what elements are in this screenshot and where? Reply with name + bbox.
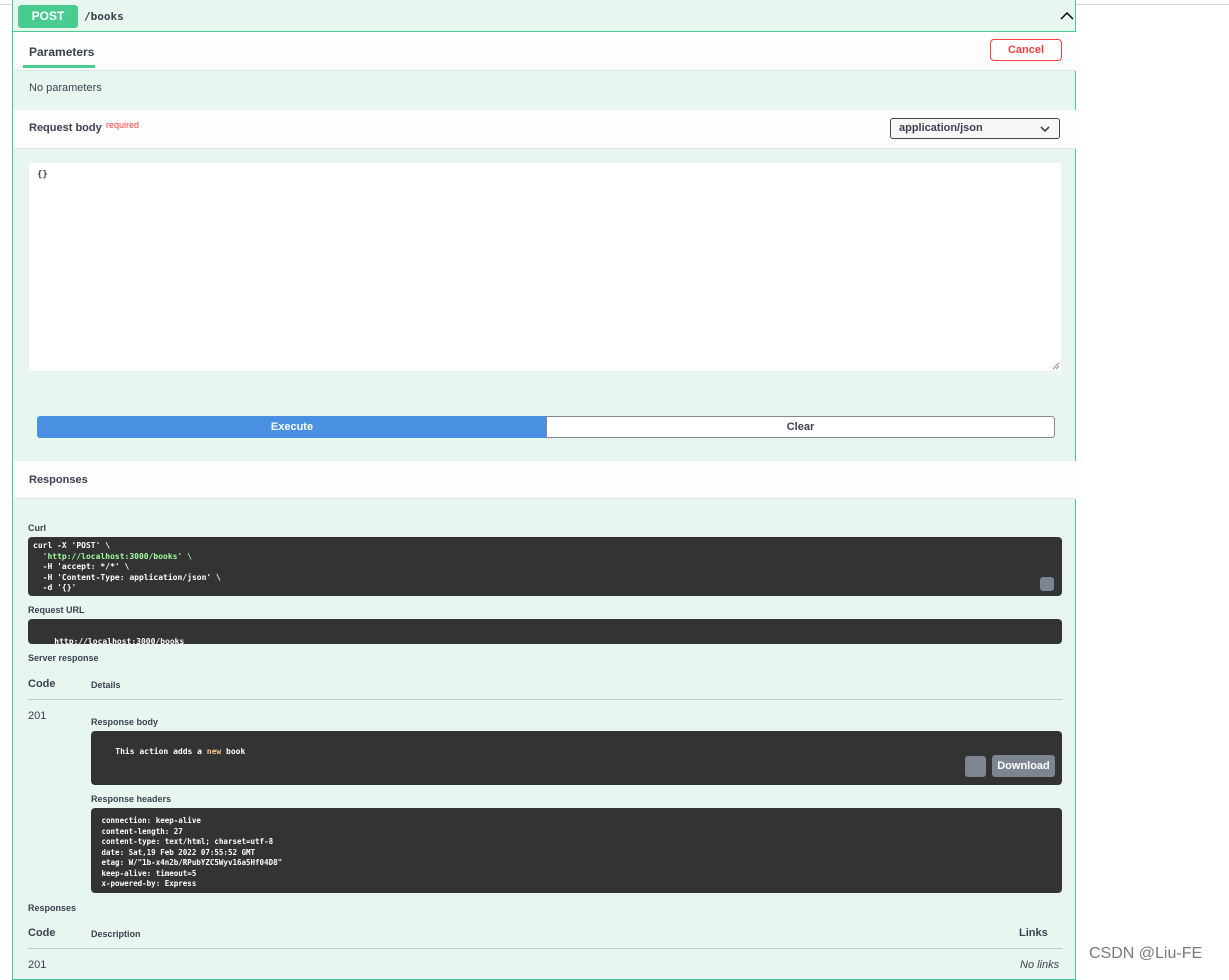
- response-body-suffix: book: [221, 746, 246, 756]
- header-line: x-powered-by: Express: [97, 879, 201, 888]
- response-body-label: Response body: [91, 717, 159, 727]
- curl-line: -H 'Content-Type: application/json' \: [33, 572, 221, 582]
- header-line: content-length: 27: [97, 826, 188, 836]
- no-links-text: No links: [1020, 959, 1060, 971]
- responses-title: Responses: [29, 474, 88, 486]
- table-divider: [28, 948, 1062, 949]
- request-url-value: http://localhost:3000/books: [54, 636, 185, 646]
- curl-line: -d '{}': [33, 583, 77, 592]
- request-url-label: Request URL: [28, 605, 85, 615]
- content-type-select[interactable]: application/json: [890, 118, 1060, 139]
- operation-summary[interactable]: POST /books: [13, 4, 1076, 32]
- execute-button[interactable]: Execute: [37, 416, 547, 438]
- request-body-title: Request body: [29, 122, 102, 134]
- header-line: keep-alive: timeout=5: [97, 868, 201, 878]
- curl-line: 'http://localhost:3000/books' \: [33, 551, 192, 561]
- request-body-header: Request body required application/json: [14, 110, 1076, 149]
- method-badge: POST: [18, 5, 78, 28]
- clear-button[interactable]: Clear: [546, 416, 1055, 438]
- header-line: etag: W/"1b-x4n2b/RPubYZC5Wyv16a5Hf04D8": [97, 858, 287, 867]
- col-code-header: Code: [28, 678, 56, 690]
- endpoint-path: /books: [84, 10, 124, 23]
- required-badge: required: [106, 120, 140, 130]
- parameters-header: Parameters Cancel: [14, 32, 1076, 71]
- curl-label: Curl: [28, 523, 46, 533]
- response-headers-block: connection: keep-alive content-length: 2…: [91, 808, 1062, 893]
- request-body-value: {}: [37, 170, 48, 180]
- response-body-block: This action adds a new book Download: [91, 731, 1062, 785]
- curl-line: -H 'accept: */*' \: [33, 562, 130, 571]
- curl-line: curl -X 'POST' \: [33, 541, 111, 550]
- tab-parameters[interactable]: Parameters: [29, 45, 94, 59]
- request-url-block: http://localhost:3000/books: [28, 619, 1062, 646]
- header-line: connection: keep-alive: [97, 816, 206, 825]
- response-body-keyword: new: [206, 746, 222, 756]
- response-body-prefix: This action adds a: [115, 746, 207, 756]
- response-headers-label: Response headers: [91, 794, 172, 804]
- content-type-value: application/json: [899, 122, 983, 134]
- server-response-label: Server response: [28, 653, 99, 663]
- col-code-header: Code: [28, 927, 56, 939]
- col-links-header: Links: [1019, 927, 1048, 939]
- col-description-header: Description: [91, 929, 141, 939]
- responses-code: 201: [28, 959, 47, 971]
- chevron-up-icon[interactable]: [1057, 6, 1077, 26]
- copy-icon[interactable]: [1040, 577, 1054, 591]
- cancel-button[interactable]: Cancel: [990, 39, 1062, 61]
- no-parameters-text: No parameters: [29, 82, 102, 94]
- request-body-editor[interactable]: {}: [28, 162, 1062, 372]
- chevron-down-icon: [1040, 126, 1050, 133]
- operation-block: POST /books Parameters Cancel No paramet…: [12, 0, 1076, 980]
- tab-active-indicator: [23, 65, 95, 68]
- header-line: content-type: text/html; charset=utf-8: [97, 837, 278, 846]
- table-divider: [28, 699, 1062, 700]
- curl-code-block: curl -X 'POST' \ 'http://localhost:3000/…: [28, 537, 1062, 596]
- response-code: 201: [28, 710, 47, 722]
- header-line: date: Sat,19 Feb 2022 07:55:52 GMT: [97, 847, 260, 857]
- responses-label: Responses: [28, 903, 77, 913]
- resize-handle-icon[interactable]: [1052, 362, 1060, 370]
- watermark: CSDN @Liu-FE: [1089, 945, 1203, 962]
- download-button[interactable]: Download: [992, 755, 1055, 777]
- col-details-header: Details: [91, 680, 121, 690]
- copy-icon[interactable]: [965, 756, 986, 777]
- responses-header: Responses: [14, 461, 1076, 499]
